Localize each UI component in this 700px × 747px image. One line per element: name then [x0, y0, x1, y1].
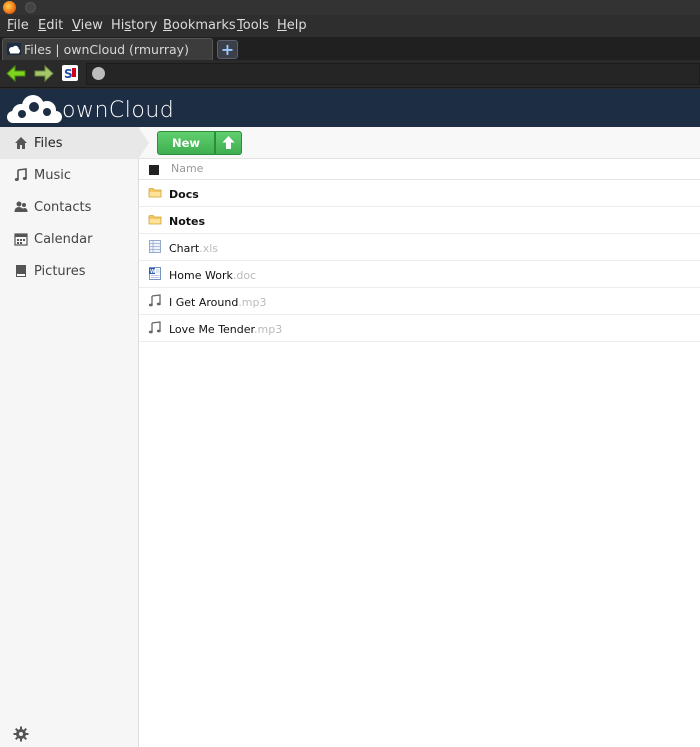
sidebar-item-label: Music: [34, 168, 71, 183]
folder-icon: [148, 188, 162, 198]
stop-icon[interactable]: S: [62, 65, 78, 81]
new-button[interactable]: New: [157, 131, 215, 155]
calendar-icon: [14, 233, 28, 246]
sidebar-item-files[interactable]: Files: [0, 127, 138, 159]
menu-edit[interactable]: Edit: [38, 18, 63, 33]
gear-icon[interactable]: [13, 726, 29, 742]
menu-history[interactable]: History: [111, 18, 157, 33]
music-note-icon: [14, 168, 27, 181]
audio-file-icon: [148, 321, 161, 334]
menu-tools[interactable]: Tools: [237, 18, 269, 33]
window-control-icon[interactable]: [25, 2, 36, 13]
forward-arrow-icon[interactable]: [34, 65, 54, 82]
svg-text:W: W: [150, 269, 156, 275]
sidebar-item-label: Contacts: [34, 200, 92, 215]
controls-bar: New: [138, 127, 700, 159]
sidebar-item-music[interactable]: Music: [0, 159, 138, 191]
upload-button[interactable]: [215, 131, 242, 155]
menu-file[interactable]: File: [7, 18, 29, 33]
sidebar-item-calendar[interactable]: Calendar: [0, 223, 138, 255]
logo-text: ownCloud: [62, 98, 175, 123]
browser-tab[interactable]: Files | ownCloud (rmurray): [2, 38, 213, 60]
active-section-notch: [138, 127, 149, 159]
back-arrow-icon[interactable]: [6, 65, 26, 82]
menu-bookmarks[interactable]: Bookmarks: [163, 18, 236, 33]
file-list-header: Name: [139, 159, 700, 180]
files-content: New Name Docs Notes Chart.xls W Home Wor…: [138, 127, 700, 747]
file-row-love-me-tender[interactable]: Love Me Tender.mp3: [139, 315, 700, 342]
file-name: Love Me Tender.mp3: [169, 323, 283, 336]
column-header-name[interactable]: Name: [171, 162, 203, 175]
menu-bar: File Edit View History Bookmarks Tools H…: [0, 15, 700, 37]
owncloud-logo-icon[interactable]: [6, 93, 62, 125]
tab-title: Files | ownCloud (rmurray): [24, 42, 189, 57]
upload-arrow-icon: [222, 136, 235, 149]
sidebar-item-pictures[interactable]: Pictures: [0, 255, 138, 287]
sidebar-item-label: Files: [34, 136, 63, 151]
firefox-logo-icon: [3, 1, 16, 14]
menu-view[interactable]: View: [72, 18, 103, 33]
svg-text:S: S: [64, 67, 73, 81]
audio-file-icon: [148, 294, 161, 307]
menu-help[interactable]: Help: [277, 18, 307, 33]
sidebar-item-label: Calendar: [34, 232, 93, 247]
file-name: Home Work.doc: [169, 269, 257, 282]
file-row-docs[interactable]: Docs: [139, 180, 700, 207]
sidebar-item-label: Pictures: [34, 264, 86, 279]
picture-icon: [16, 265, 26, 277]
file-row-notes[interactable]: Notes: [139, 207, 700, 234]
file-name: Chart.xls: [169, 242, 219, 255]
navigation-bar: S: [0, 60, 700, 88]
word-document-icon: W: [149, 267, 161, 280]
tab-strip: Files | ownCloud (rmurray) +: [0, 37, 700, 60]
app-header: ownCloud: [0, 89, 700, 127]
globe-icon: [92, 67, 105, 80]
people-icon: [14, 201, 28, 212]
new-tab-button[interactable]: +: [217, 40, 238, 59]
window-titlebar: [0, 0, 700, 15]
owncloud-favicon-icon: [7, 43, 21, 55]
file-name: I Get Around.mp3: [169, 296, 267, 309]
sidebar: Files Music Contacts Calendar Pictures: [0, 127, 139, 747]
select-all-checkbox[interactable]: [149, 165, 159, 175]
file-row-i-get-around[interactable]: I Get Around.mp3: [139, 288, 700, 315]
address-bar[interactable]: [86, 63, 700, 85]
file-name: Docs: [169, 188, 199, 201]
home-icon: [15, 137, 27, 149]
file-row-home-work[interactable]: W Home Work.doc: [139, 261, 700, 288]
file-row-chart[interactable]: Chart.xls: [139, 234, 700, 261]
folder-icon: [148, 215, 162, 225]
spreadsheet-icon: [149, 240, 161, 253]
sidebar-item-contacts[interactable]: Contacts: [0, 191, 138, 223]
file-name: Notes: [169, 215, 206, 228]
